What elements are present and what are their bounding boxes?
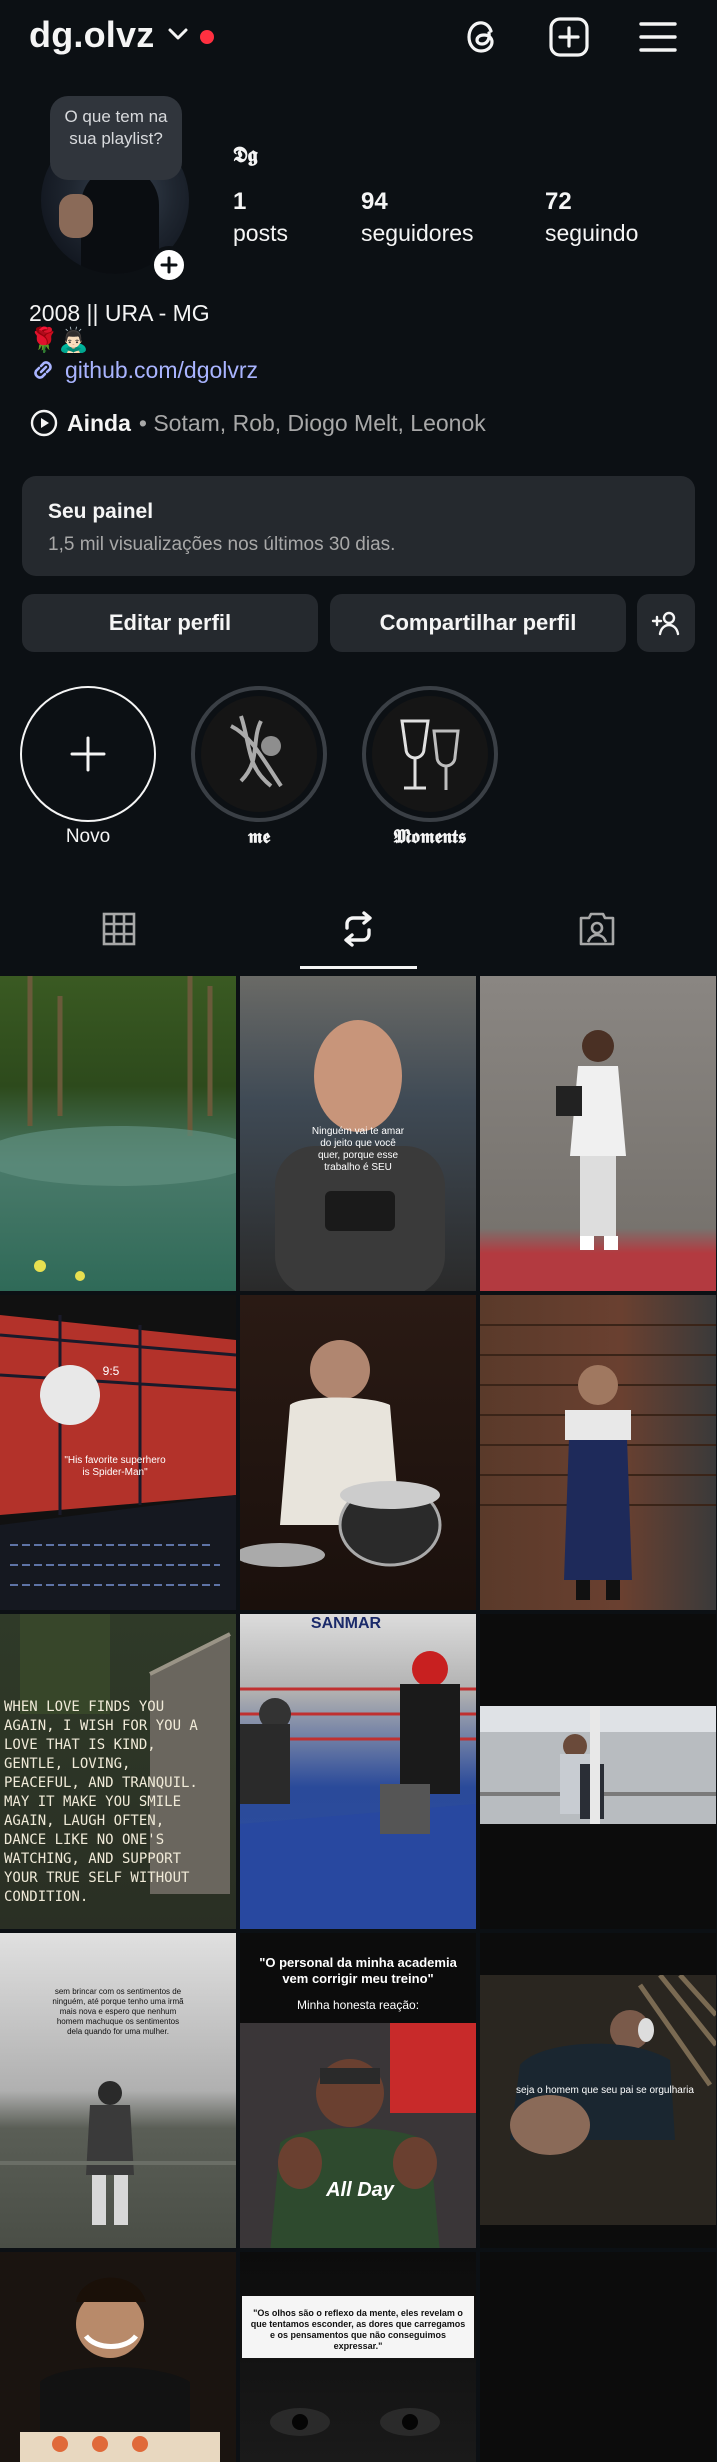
grid-post[interactable] <box>0 976 236 1291</box>
following-label[interactable]: seguindo <box>545 220 638 247</box>
grid-post[interactable] <box>240 1295 476 1610</box>
grid-post[interactable] <box>480 976 716 1291</box>
tab-posts-grid[interactable] <box>79 898 159 960</box>
grid-post[interactable] <box>480 2252 716 2462</box>
highlight-moments[interactable] <box>362 686 498 822</box>
followers-count[interactable]: 94 <box>361 188 388 216</box>
post-caption: seja o homem que seu pai se orgulharia <box>516 2085 694 2096</box>
post-caption: Minha honesta reação: <box>296 1998 420 2012</box>
bio-line: 2008 || URA - MG <box>29 300 210 326</box>
post-caption: Ninguém vai te amar do jeito que você qu… <box>311 1126 405 1173</box>
post-caption: "Os olhos são o reflexo da mente, eles r… <box>250 2308 466 2351</box>
posts-label: posts <box>233 220 288 246</box>
highlight-label: 𝖒𝖊 <box>247 826 271 848</box>
bio-emoji-line: 🌹🙇🏻‍♂️ <box>29 327 89 354</box>
link-icon <box>34 361 52 379</box>
grid-post[interactable]: seja o homem que seu pai se orgulharia <box>480 1933 716 2248</box>
play-icon <box>30 409 58 437</box>
post-caption: "His favorite superhero is Spider-Man" <box>64 1455 166 1478</box>
post-caption: 9:5 <box>102 1364 120 1378</box>
post-caption: sem brincar com os sentimentos de ningué… <box>52 1987 184 2036</box>
plus-icon <box>70 736 106 772</box>
dashboard-subtitle: 1,5 mil visualizações nos últimos 30 dia… <box>48 534 396 555</box>
grid-post[interactable] <box>480 1295 716 1610</box>
profile-link[interactable]: github.com/dgolvrz <box>29 356 258 384</box>
grid-post[interactable]: sem brincar com os sentimentos de ningué… <box>0 1933 236 2248</box>
grid-post[interactable] <box>480 1614 716 1929</box>
grid-post[interactable]: "Os olhos são o reflexo da mente, eles r… <box>240 2252 476 2462</box>
threads-icon[interactable] <box>459 14 505 60</box>
posts-count: 1 <box>233 188 247 215</box>
post-caption: "O personal da minha academia vem corrig… <box>259 1955 457 1986</box>
music-title: Ainda <box>67 409 131 436</box>
dashboard-title: Seu painel <box>48 500 154 523</box>
followers-label[interactable]: seguidores <box>361 220 474 247</box>
grid-post[interactable]: Ninguém vai te amar do jeito que você qu… <box>240 976 476 1291</box>
tab-reposts[interactable] <box>318 898 398 960</box>
grid-post[interactable]: "O personal da minha academia vem corrig… <box>240 1933 476 2248</box>
profile-link-text[interactable]: github.com/dgolvrz <box>65 357 258 384</box>
highlight-label: Novo <box>65 826 111 847</box>
grid-post[interactable]: 9:5 "His favorite superhero is Spider-Ma… <box>0 1295 236 1610</box>
tagged-icon <box>579 912 615 946</box>
reposts-icon <box>344 911 372 947</box>
add-story-button[interactable] <box>150 246 188 284</box>
display-name: 𝕯𝖌 <box>233 142 258 168</box>
add-person-icon <box>651 611 680 636</box>
profile-note[interactable]: O que tem na sua playlist? <box>50 96 182 180</box>
share-profile-button[interactable]: Compartilhar perfil <box>330 594 626 652</box>
grid-icon <box>102 912 136 946</box>
discover-people-button[interactable] <box>637 594 695 652</box>
edit-profile-button[interactable]: Editar perfil <box>22 594 318 652</box>
grid-post[interactable]: SANMAR <box>240 1614 476 1929</box>
active-tab-indicator <box>300 966 417 969</box>
dashboard-card[interactable]: Seu painel 1,5 mil visualizações nos últ… <box>22 476 695 576</box>
music-artists: • Sotam, Rob, Diogo Melt, Leonok <box>138 409 486 436</box>
grid-post[interactable]: WHEN LOVE FINDS YOU AGAIN, I WISH FOR YO… <box>0 1614 236 1929</box>
following-count[interactable]: 72 <box>545 188 572 216</box>
post-caption: SANMAR <box>310 1615 382 1632</box>
menu-icon[interactable] <box>635 14 681 60</box>
new-post-icon[interactable] <box>546 14 592 60</box>
profile-username[interactable]: dg.olvz <box>29 14 154 56</box>
profile-music[interactable]: Ainda • Sotam, Rob, Diogo Melt, Leonok <box>29 408 486 438</box>
grid-post[interactable] <box>0 2252 236 2462</box>
chevron-down-icon[interactable] <box>167 26 189 42</box>
notification-dot <box>200 30 214 44</box>
new-highlight-button[interactable] <box>20 686 156 822</box>
post-caption: All Day <box>326 2179 394 2201</box>
highlight-label: 𝕸𝖔𝖒𝖊𝖓𝖙𝖘 <box>393 826 467 848</box>
tab-tagged[interactable] <box>557 898 637 960</box>
post-caption: WHEN LOVE FINDS YOU AGAIN, I WISH FOR YO… <box>4 1699 198 1905</box>
highlight-me[interactable] <box>191 686 327 822</box>
